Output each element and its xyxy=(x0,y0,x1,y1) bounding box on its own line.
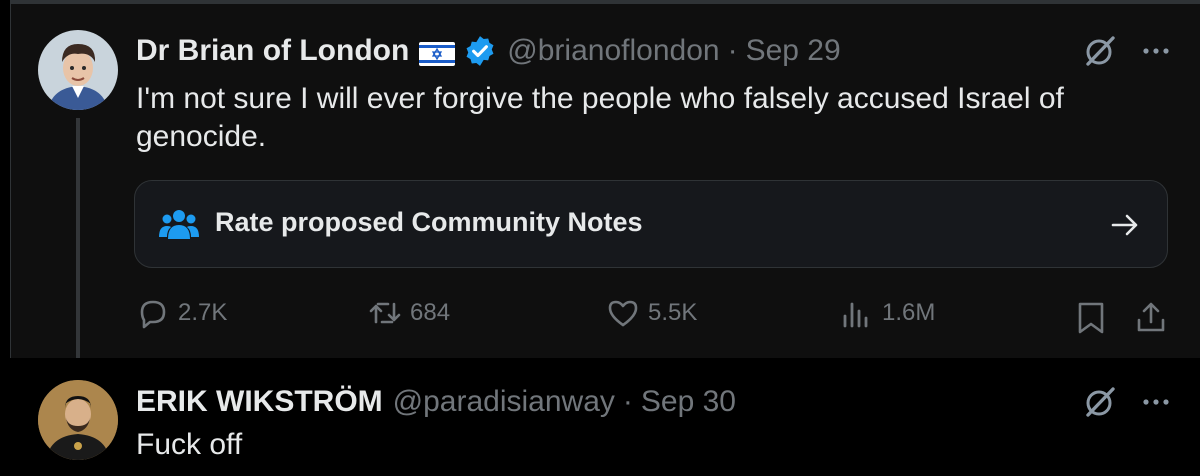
repost-icon xyxy=(369,302,401,324)
post-text-line-1: I'm not sure I will ever forgive the peo… xyxy=(136,82,1064,115)
post1-header: Dr Brian of London @brianoflondon · Sep … xyxy=(136,33,841,69)
like-icon xyxy=(608,300,638,327)
community-notes-icon xyxy=(159,205,199,245)
thread-connector-line xyxy=(76,118,80,368)
repost-button[interactable]: 684 xyxy=(368,296,450,330)
grok-icon[interactable] xyxy=(1082,384,1118,420)
avatar-brian[interactable] xyxy=(38,30,118,110)
avatar-erik[interactable] xyxy=(38,380,118,460)
reply-count: 2.7K xyxy=(178,299,228,326)
header-separator: · xyxy=(727,34,738,67)
author-name[interactable]: Dr Brian of London xyxy=(136,33,409,69)
flag-israel-icon xyxy=(419,39,456,66)
more-icon[interactable] xyxy=(1138,33,1174,69)
views-icon xyxy=(843,302,868,328)
community-notes-button[interactable]: Rate proposed Community Notes xyxy=(134,180,1168,268)
reply-button[interactable]: 2.7K xyxy=(136,296,227,330)
like-count: 5.5K xyxy=(648,299,698,326)
like-button[interactable]: 5.5K xyxy=(606,296,697,330)
grok-icon[interactable] xyxy=(1082,33,1118,69)
author-handle[interactable]: @paradisianway xyxy=(393,384,615,420)
post-date[interactable]: Sep 29 xyxy=(746,33,841,69)
header-separator: · xyxy=(622,385,633,418)
repost-count: 684 xyxy=(410,299,451,326)
author-handle[interactable]: @brianoflondon xyxy=(507,33,719,69)
post-date[interactable]: Sep 30 xyxy=(641,384,736,420)
post-text: Fuck off xyxy=(136,428,243,461)
author-name[interactable]: ERIK WIKSTRÖM xyxy=(136,384,383,420)
verified-badge-icon xyxy=(463,34,497,68)
views-count: 1.6M xyxy=(882,299,936,326)
bookmark-icon[interactable] xyxy=(1074,300,1110,336)
post2-header: ERIK WIKSTRÖM @paradisianway · Sep 30 xyxy=(136,384,736,420)
more-icon[interactable] xyxy=(1138,384,1174,420)
views-button[interactable]: 1.6M xyxy=(840,296,935,330)
arrow-right-icon xyxy=(1109,209,1141,241)
reply-icon xyxy=(140,300,166,329)
share-icon[interactable] xyxy=(1134,300,1170,336)
community-notes-label: Rate proposed Community Notes xyxy=(215,207,643,237)
post-text-line-2: genocide. xyxy=(136,120,267,153)
